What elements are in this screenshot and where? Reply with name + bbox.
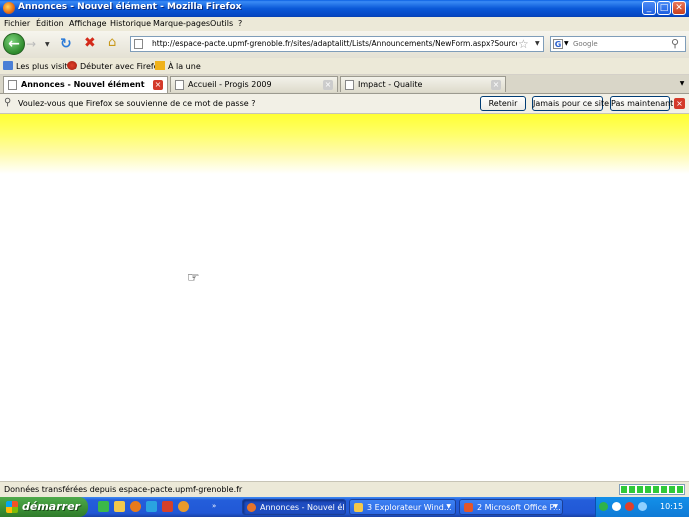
task-explorer[interactable]: 3 Explorateur Wind... ▼ bbox=[349, 499, 456, 515]
system-tray: 10:15 bbox=[595, 497, 689, 517]
tab-close-icon[interactable]: × bbox=[323, 80, 333, 90]
key-icon: ⚲ bbox=[4, 97, 12, 108]
firefox-icon bbox=[3, 2, 15, 14]
url-text[interactable]: http://espace-pacte.upmf-grenoble.fr/sit… bbox=[152, 39, 517, 48]
menu-historique[interactable]: Historique bbox=[110, 19, 151, 28]
task-firefox[interactable]: Annonces - Nouvel él... bbox=[242, 499, 346, 515]
task-label: 3 Explorateur Wind... bbox=[367, 503, 452, 512]
history-dropdown-icon[interactable]: ▼ bbox=[45, 41, 50, 48]
firefox-bookmark-icon bbox=[67, 61, 77, 70]
maximize-button[interactable]: □ bbox=[657, 1, 671, 15]
navigation-toolbar: ← → ▼ ↻ ✖ ⌂ http://espace-pacte.upmf-gre… bbox=[0, 31, 689, 58]
tab-label: Accueil - Progis 2009 bbox=[188, 80, 272, 89]
group-arrow-icon: ▼ bbox=[553, 503, 558, 510]
office-icon bbox=[464, 503, 473, 512]
firefox-task-icon bbox=[247, 503, 256, 512]
menu-fichier[interactable]: Fichier bbox=[4, 19, 30, 28]
reload-icon[interactable]: ↻ bbox=[60, 36, 72, 52]
task-office[interactable]: 2 Microsoft Office P... ▼ bbox=[459, 499, 563, 515]
title-bar[interactable]: Annonces - Nouvel élément - Mozilla Fire… bbox=[0, 0, 689, 17]
quicklaunch-icon[interactable] bbox=[130, 501, 141, 512]
home-icon[interactable]: ⌂ bbox=[108, 35, 116, 50]
bookmark-label: À la une bbox=[168, 62, 201, 71]
tab-impact[interactable]: Impact - Qualite × bbox=[340, 76, 506, 92]
tab-list-dropdown-icon[interactable]: ▼ bbox=[677, 77, 687, 91]
tab-bar: Annonces - Nouvel élément × Accueil - Pr… bbox=[0, 75, 689, 94]
tab-accueil[interactable]: Accueil - Progis 2009 × bbox=[170, 76, 338, 92]
tab-close-icon[interactable]: × bbox=[153, 80, 163, 90]
tab-label: Annonces - Nouvel élément bbox=[21, 80, 145, 89]
bookmarks-toolbar: Les plus visités Débuter avec Firefox À … bbox=[0, 58, 689, 75]
quicklaunch-icon[interactable] bbox=[98, 501, 109, 512]
tab-annonces[interactable]: Annonces - Nouvel élément × bbox=[3, 76, 168, 93]
google-engine-icon[interactable]: G bbox=[553, 39, 563, 49]
tray-icon[interactable] bbox=[612, 502, 621, 511]
bookmark-most-visited[interactable]: Les plus visités bbox=[3, 61, 77, 71]
bookmark-star-icon[interactable]: ☆ bbox=[518, 37, 529, 51]
most-visited-icon bbox=[3, 61, 13, 70]
notification-close-icon[interactable]: × bbox=[674, 98, 685, 109]
bookmark-label: Débuter avec Firefox bbox=[80, 62, 164, 71]
firefox-quicklaunch-icon[interactable] bbox=[178, 501, 189, 512]
start-button[interactable]: démarrer bbox=[0, 497, 88, 517]
menu-marque-pages[interactable]: Marque-pages bbox=[153, 19, 210, 28]
minimize-button[interactable]: _ bbox=[642, 1, 656, 15]
tab-page-icon bbox=[175, 80, 184, 90]
status-text: Données transférées depuis espace-pacte.… bbox=[4, 485, 243, 494]
page-content[interactable] bbox=[0, 114, 689, 481]
menu-help[interactable]: ? bbox=[238, 19, 242, 28]
menu-outils[interactable]: Outils bbox=[210, 19, 233, 28]
task-label: 2 Microsoft Office P... bbox=[477, 503, 561, 512]
quicklaunch-icon[interactable] bbox=[162, 501, 173, 512]
quicklaunch-icon[interactable] bbox=[146, 501, 157, 512]
tray-icon[interactable] bbox=[599, 502, 608, 511]
windows-logo-icon bbox=[6, 501, 18, 513]
menu-bar: Fichier Édition Affichage Historique Mar… bbox=[0, 17, 689, 31]
tray-icon[interactable] bbox=[638, 502, 647, 511]
search-input[interactable] bbox=[573, 38, 663, 50]
quicklaunch-expand-icon[interactable]: » bbox=[212, 502, 216, 510]
clock: 10:15 bbox=[660, 502, 684, 511]
not-now-button[interactable]: Pas maintenant bbox=[610, 96, 673, 111]
quicklaunch-icon[interactable] bbox=[114, 501, 125, 512]
engine-dropdown-icon[interactable]: ▼ bbox=[564, 40, 569, 47]
tab-page-icon bbox=[345, 80, 354, 90]
status-bar: Données transférées depuis espace-pacte.… bbox=[0, 481, 689, 498]
task-label: Annonces - Nouvel él... bbox=[260, 503, 346, 512]
menu-affichage[interactable]: Affichage bbox=[69, 19, 107, 28]
search-icon[interactable]: ⚲ bbox=[671, 37, 679, 50]
progress-fill bbox=[621, 486, 683, 493]
tray-icon[interactable] bbox=[625, 502, 634, 511]
tab-page-icon bbox=[8, 80, 17, 90]
stop-icon[interactable]: ✖ bbox=[84, 35, 96, 51]
password-notification-bar: ⚲ Voulez-vous que Firefox se souvienne d… bbox=[0, 94, 689, 114]
tab-label: Impact - Qualite bbox=[358, 80, 423, 89]
start-label: démarrer bbox=[22, 500, 80, 513]
forward-button[interactable]: → bbox=[26, 37, 42, 51]
bookmark-getting-started[interactable]: Débuter avec Firefox bbox=[67, 61, 163, 71]
hand-cursor-icon: ☞ bbox=[187, 270, 200, 286]
menu-edition[interactable]: Édition bbox=[36, 19, 64, 28]
rss-folder-icon bbox=[155, 61, 165, 70]
address-bar[interactable]: http://espace-pacte.upmf-grenoble.fr/sit… bbox=[130, 36, 544, 52]
window-title: Annonces - Nouvel élément - Mozilla Fire… bbox=[18, 2, 242, 12]
windows-taskbar: démarrer » Annonces - Nouvel él... 3 Exp… bbox=[0, 497, 689, 517]
folder-icon bbox=[354, 503, 363, 512]
tab-close-icon[interactable]: × bbox=[491, 80, 501, 90]
page-icon bbox=[134, 39, 143, 49]
progress-meter bbox=[619, 484, 685, 495]
remember-button[interactable]: Retenir bbox=[480, 96, 526, 111]
url-dropdown-icon[interactable]: ▼ bbox=[535, 40, 540, 47]
search-box[interactable]: G ▼ ⚲ bbox=[550, 36, 686, 52]
password-message: Voulez-vous que Firefox se souvienne de … bbox=[18, 99, 256, 108]
close-button[interactable]: ✕ bbox=[672, 1, 686, 15]
bookmark-headlines[interactable]: À la une bbox=[155, 61, 201, 71]
group-arrow-icon: ▼ bbox=[446, 503, 451, 510]
back-button[interactable]: ← bbox=[3, 33, 25, 55]
never-for-site-button[interactable]: Jamais pour ce site bbox=[532, 96, 609, 111]
